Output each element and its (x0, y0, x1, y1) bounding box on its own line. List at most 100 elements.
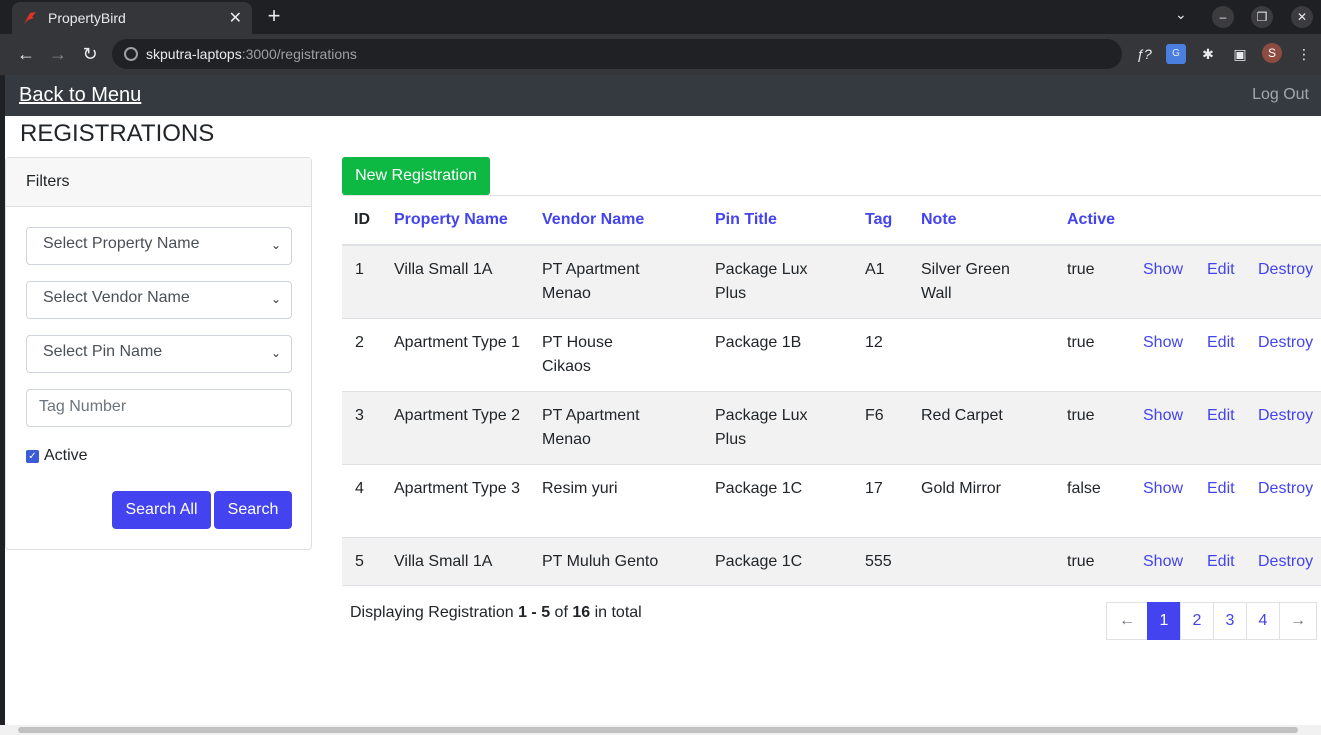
cell-id: 5 (355, 553, 364, 570)
summary-prefix: Displaying Registration (350, 604, 519, 621)
show-link[interactable]: Show (1143, 331, 1183, 355)
summary-suffix: in total (590, 604, 642, 621)
logout-link[interactable]: Log Out (1252, 86, 1309, 104)
search-all-button[interactable]: Search All (112, 491, 211, 529)
browser-tab-bar: PropertyBird ✕ + ⌄ – ❐ ✕ (0, 0, 1321, 34)
chevron-down-icon: ⌄ (270, 346, 281, 360)
cell-vendor: PT Apartment Menao (542, 407, 640, 448)
show-link[interactable]: Show (1143, 258, 1183, 282)
pagination: ← 1 2 3 4 → (1106, 602, 1317, 640)
column-id: ID (354, 211, 370, 228)
cell-id: 1 (355, 261, 364, 278)
column-tag[interactable]: Tag (865, 211, 892, 229)
more-menu-icon[interactable]: ⋮ (1294, 44, 1314, 64)
table-row: 2 Apartment Type 1 PT House Cikaos Package … (342, 319, 1321, 392)
site-info-icon[interactable] (124, 47, 138, 61)
show-link[interactable]: Show (1143, 550, 1183, 574)
cell-property: Apartment Type 3 (394, 480, 520, 497)
cell-tag: A1 (865, 261, 885, 278)
page-1-button[interactable]: 1 (1147, 602, 1181, 640)
back-to-menu-link[interactable]: Back to Menu (19, 84, 141, 107)
page-3-button[interactable]: 3 (1213, 602, 1247, 640)
destroy-link[interactable]: Destroy (1258, 477, 1313, 501)
cell-note: Gold Mirror (921, 480, 1002, 497)
table-row: 1 Villa Small 1A PT Apartment Menao Package… (342, 246, 1321, 319)
cell-note: Red Carpet (921, 407, 1003, 424)
translate-icon[interactable]: G (1166, 44, 1186, 64)
show-link[interactable]: Show (1143, 477, 1183, 501)
cell-active: true (1067, 261, 1095, 278)
font-extension-icon[interactable]: ƒ? (1134, 44, 1154, 64)
filter-header: Filters (6, 158, 311, 207)
active-filter[interactable]: ✓ Active (26, 447, 88, 465)
column-vendor-name[interactable]: Vendor Name (542, 211, 644, 229)
show-link[interactable]: Show (1143, 404, 1183, 428)
cell-vendor: PT Apartment Menao (542, 261, 640, 302)
pin-name-select[interactable]: Select Pin Name ⌄ (26, 335, 292, 373)
address-bar[interactable]: skputra-laptops:3000/registrations (112, 39, 1122, 69)
pagination-summary: Displaying Registration 1 - 5 of 16 in t… (350, 604, 642, 622)
destroy-link[interactable]: Destroy (1258, 331, 1313, 355)
edit-link[interactable]: Edit (1207, 404, 1235, 428)
chevron-down-icon[interactable]: ⌄ (1175, 6, 1187, 23)
column-pin-title[interactable]: Pin Title (715, 211, 777, 229)
cell-vendor: Resim yuri (542, 480, 618, 497)
next-page-button[interactable]: → (1279, 602, 1317, 640)
cell-pin: Package 1C (715, 553, 803, 570)
active-checkbox[interactable]: ✓ (26, 449, 39, 463)
table-row: 4 Apartment Type 3 Resim yuri Package 1C 17 G… (342, 465, 1321, 538)
cell-property: Villa Small 1A (394, 261, 493, 278)
cell-property: Apartment Type 1 (394, 334, 520, 351)
cell-pin: Package 1C (715, 480, 803, 497)
edit-link[interactable]: Edit (1207, 477, 1235, 501)
app-navbar: Back to Menu Log Out (5, 75, 1321, 116)
avatar[interactable]: S (1262, 43, 1282, 63)
prev-page-button[interactable]: ← (1106, 602, 1148, 640)
page-2-button[interactable]: 2 (1180, 602, 1214, 640)
property-name-select[interactable]: Select Property Name ⌄ (26, 227, 292, 265)
scrollbar-thumb[interactable] (18, 727, 1298, 733)
summary-total: 16 (572, 604, 591, 621)
cell-note: Silver Green Wall (921, 261, 1010, 302)
browser-toolbar: ← → ↻ skputra-laptops:3000/registrations… (0, 34, 1321, 75)
cell-vendor: PT House Cikaos (542, 334, 613, 375)
reload-icon[interactable]: ↻ (78, 42, 102, 66)
puzzle-icon[interactable]: ✱ (1198, 44, 1218, 64)
cell-pin: Package 1B (715, 334, 802, 351)
restore-icon[interactable]: ❐ (1251, 6, 1273, 28)
edit-link[interactable]: Edit (1207, 258, 1235, 282)
back-arrow-icon[interactable]: ← (14, 42, 38, 66)
minimize-icon[interactable]: – (1212, 6, 1234, 28)
browser-tab[interactable]: PropertyBird ✕ (12, 2, 252, 34)
destroy-link[interactable]: Destroy (1258, 404, 1313, 428)
tab-close-icon[interactable]: ✕ (229, 8, 242, 28)
search-button[interactable]: Search (214, 491, 292, 529)
property-select-value: Select Property Name (43, 235, 200, 252)
side-panel-icon[interactable]: ▣ (1230, 44, 1250, 64)
cell-tag: 555 (865, 553, 892, 570)
edit-link[interactable]: Edit (1207, 550, 1235, 574)
destroy-link[interactable]: Destroy (1258, 550, 1313, 574)
destroy-link[interactable]: Destroy (1258, 258, 1313, 282)
close-window-icon[interactable]: ✕ (1291, 6, 1313, 28)
summary-range: 1 - 5 (518, 604, 551, 621)
page-4-button[interactable]: 4 (1246, 602, 1280, 640)
table-header: ID Property Name Vendor Name Pin Title T… (342, 196, 1321, 246)
horizontal-scrollbar[interactable] (0, 725, 1321, 735)
new-tab-icon[interactable]: + (262, 4, 286, 28)
new-registration-button[interactable]: New Registration (342, 157, 490, 195)
cell-pin: Package Lux Plus (715, 261, 808, 302)
column-active[interactable]: Active (1067, 211, 1115, 229)
forward-arrow-icon[interactable]: → (46, 42, 70, 66)
cell-active: true (1067, 553, 1095, 570)
column-property-name[interactable]: Property Name (394, 211, 508, 229)
column-note[interactable]: Note (921, 211, 957, 229)
filter-card: Filters Select Property Name ⌄ Select Ve… (5, 157, 312, 550)
tag-placeholder: Tag Number (39, 398, 127, 415)
cell-vendor: PT Muluh Gento (542, 553, 659, 570)
page-title: REGISTRATIONS (20, 120, 215, 147)
edit-link[interactable]: Edit (1207, 331, 1235, 355)
vendor-select-value: Select Vendor Name (43, 289, 190, 306)
tag-number-input[interactable]: Tag Number (26, 389, 292, 427)
vendor-name-select[interactable]: Select Vendor Name ⌄ (26, 281, 292, 319)
